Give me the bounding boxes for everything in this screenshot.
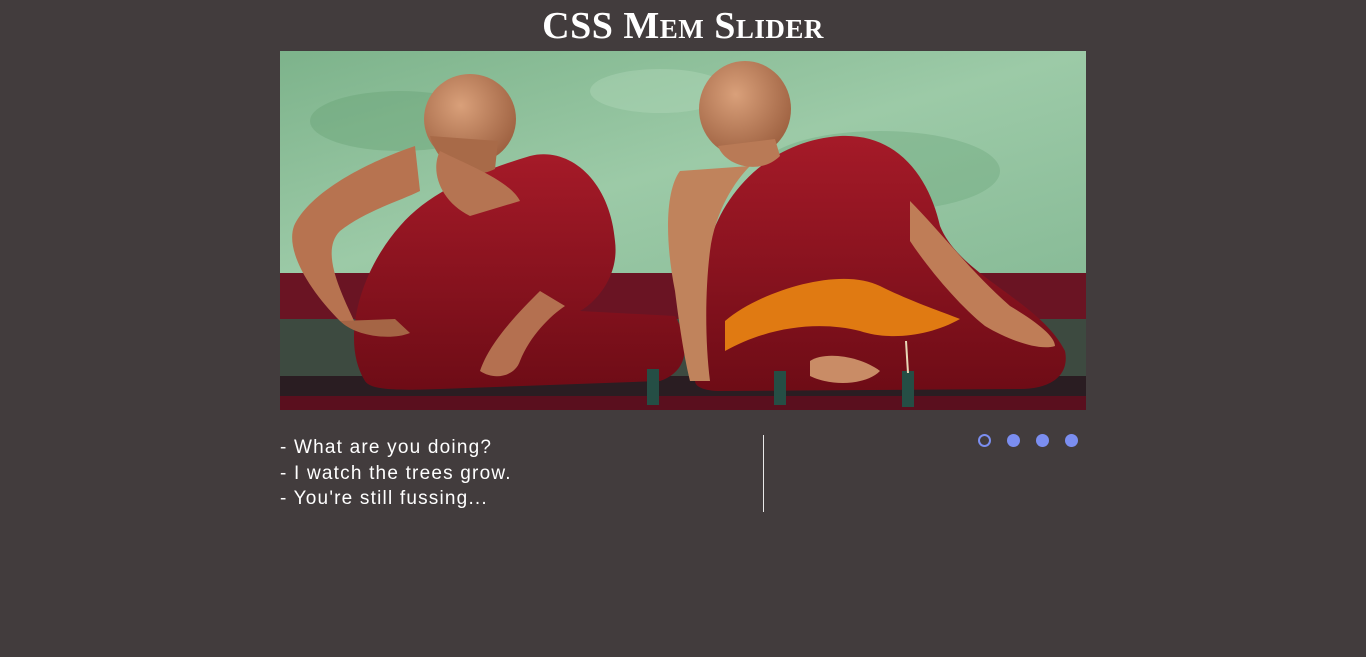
slide-dot-2[interactable] [1007,434,1020,447]
monks-sitting-image [280,51,1086,410]
caption-divider [763,435,764,512]
page-title: CSS Mem Slider [542,5,824,47]
slide-dot-1[interactable] [978,434,991,447]
caption-line: - You're still fussing... [280,488,488,509]
slide-dot-4[interactable] [1065,434,1078,447]
slide-caption: - What are you doing? - I watch the tree… [280,435,750,512]
caption-line: - What are you doing? [280,437,493,458]
slide-dot-3[interactable] [1036,434,1049,447]
slider-pagination [978,434,1078,447]
slide-image [280,51,1086,410]
caption-line: - I watch the trees grow. [280,462,512,484]
